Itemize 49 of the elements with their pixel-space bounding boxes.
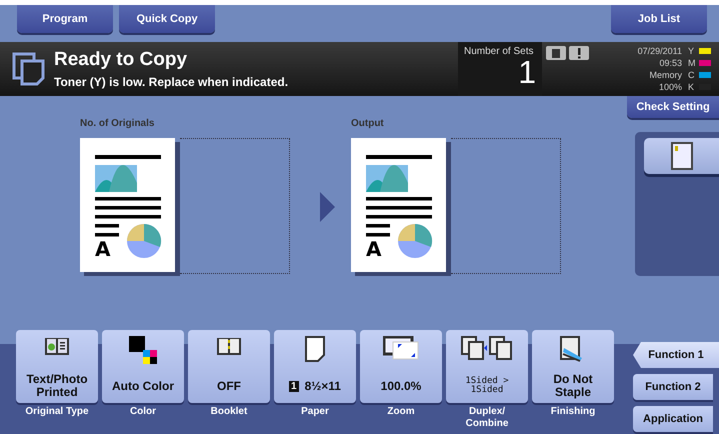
color-squares-icon <box>129 336 157 364</box>
function-label: Color <box>130 406 156 418</box>
job-list-button[interactable]: Job List <box>611 5 707 33</box>
function-label: Paper <box>301 406 329 418</box>
page-icon <box>305 336 325 362</box>
warning-icon <box>569 46 589 60</box>
copy-pages-icon <box>12 52 46 86</box>
top-tab[interactable]: Quick Copy <box>119 5 215 33</box>
top-tab[interactable]: Program <box>17 5 113 33</box>
booklet-icon <box>216 336 242 356</box>
function-tile[interactable]: 1Sided > 1Sided <box>446 330 528 403</box>
function-tile[interactable]: Text/Photo Printed <box>16 330 98 403</box>
function-label: Booklet <box>210 406 248 418</box>
check-setting-button[interactable]: Check Setting <box>627 96 719 118</box>
function-label: Original Type <box>25 406 89 418</box>
function-tab[interactable]: Function 2 <box>633 374 713 400</box>
printer-icon <box>546 46 566 60</box>
function-tile[interactable]: Auto Color <box>102 330 184 403</box>
function-label: Zoom <box>387 406 415 418</box>
time-text: 09:53 <box>659 57 682 69</box>
duplex-pages-icon <box>461 336 513 360</box>
function-label: Duplex/ Combine <box>466 406 508 430</box>
toner-label: C <box>688 69 696 81</box>
function-tile[interactable]: 100.0% <box>360 330 442 403</box>
toner-label: M <box>688 57 696 69</box>
function-tile[interactable]: 1 8½×11 <box>274 330 356 403</box>
document-page-drawing: A <box>80 138 180 276</box>
function-tab[interactable]: Application <box>633 406 713 432</box>
arrow-icon <box>320 192 335 222</box>
function-tile[interactable]: OFF <box>188 330 270 403</box>
open-book-icon <box>44 336 70 356</box>
toner-label: Y <box>688 45 696 57</box>
function-tab[interactable]: Function 1 <box>633 342 719 368</box>
output-label: Output <box>351 118 385 129</box>
toner-label: K <box>688 81 696 93</box>
memory-label: Memory <box>649 69 682 81</box>
function-label: Finishing <box>550 406 596 418</box>
document-page-drawing: A <box>351 138 451 276</box>
status-title: Ready to Copy <box>54 49 188 71</box>
sets-count: 1 <box>518 57 536 87</box>
page-icon <box>670 142 692 170</box>
memory-value: 100% <box>658 81 682 93</box>
status-message: Toner (Y) is low. Replace when indicated. <box>54 75 290 89</box>
sets-label: Number of Sets <box>464 46 534 57</box>
page-button[interactable] <box>644 138 719 174</box>
zoom-icon <box>383 336 419 360</box>
date-text: 07/29/2011 <box>638 45 682 57</box>
originals-label: No. of Originals <box>80 118 156 129</box>
function-tile[interactable]: Do Not Staple <box>532 330 614 403</box>
